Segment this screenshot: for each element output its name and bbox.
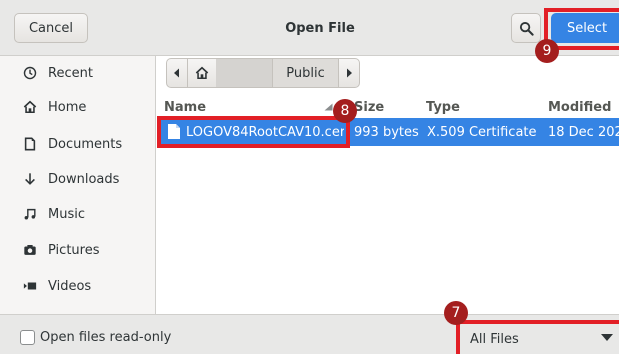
file-highlight-box — [157, 116, 350, 148]
file-size: 993 bytes — [354, 124, 419, 140]
column-header-type[interactable]: Type — [426, 96, 536, 118]
select-button[interactable]: Select — [551, 13, 619, 43]
sidebar-item-documents[interactable]: Documents — [0, 128, 156, 160]
dropdown-arrow-icon — [601, 334, 613, 341]
column-header-label: Modified — [548, 99, 612, 115]
document-icon — [22, 136, 38, 152]
camera-icon — [22, 242, 38, 258]
cancel-button[interactable]: Cancel — [14, 13, 88, 43]
step-badge-filter: 7 — [444, 301, 468, 325]
home-icon — [195, 66, 209, 80]
sidebar-item-label: Home — [48, 99, 87, 115]
column-header-name[interactable]: Name — [164, 96, 334, 118]
file-type-filter-dropdown[interactable]: All Files — [462, 324, 619, 354]
filter-value: All Files — [470, 331, 519, 347]
home-icon — [22, 99, 38, 115]
path-current-folder-button[interactable]: Public — [272, 58, 338, 88]
dialog-title: Open File — [285, 20, 355, 36]
chevron-left-icon — [174, 68, 179, 78]
sidebar-item-label: Documents — [48, 136, 123, 152]
path-home-button[interactable] — [188, 58, 216, 88]
search-button[interactable] — [511, 13, 541, 43]
path-forward-button[interactable] — [338, 58, 360, 88]
read-only-label[interactable]: Open files read-only — [40, 326, 171, 348]
sidebar-item-label: Videos — [48, 278, 92, 294]
column-header-label: Type — [426, 99, 460, 115]
sidebar-item-downloads[interactable]: Downloads — [0, 163, 156, 195]
column-header-modified[interactable]: Modified — [548, 96, 619, 118]
chevron-right-icon — [347, 68, 352, 78]
path-user-folder-button[interactable] — [216, 58, 272, 88]
video-icon — [22, 278, 38, 294]
sidebar-item-pictures[interactable]: Pictures — [0, 234, 156, 266]
sidebar-item-home[interactable]: Home — [0, 91, 156, 123]
sidebar-item-label: Recent — [48, 65, 93, 81]
sidebar-item-videos[interactable]: Videos — [0, 270, 156, 302]
path-back-button[interactable] — [166, 58, 188, 88]
download-icon — [22, 171, 38, 187]
step-badge-select: 9 — [535, 39, 559, 63]
search-icon — [519, 21, 534, 36]
step-badge-file: 8 — [333, 99, 357, 123]
path-bar: Public — [166, 58, 360, 88]
file-modified: 18 Dec 2023 — [548, 124, 619, 140]
sidebar-item-label: Pictures — [48, 242, 100, 258]
sidebar-item-label: Music — [48, 206, 85, 222]
sidebar-item-label: Downloads — [48, 171, 120, 187]
column-header-size[interactable]: Size — [354, 96, 420, 118]
column-header-label: Name — [164, 99, 207, 115]
sidebar-item-music[interactable]: Music — [0, 198, 156, 230]
clock-icon — [22, 65, 38, 81]
music-icon — [22, 206, 38, 222]
read-only-checkbox[interactable] — [20, 330, 35, 345]
file-type: X.509 Certificate — [427, 124, 537, 140]
sort-ascending-icon — [324, 103, 333, 111]
column-header-label: Size — [354, 99, 385, 115]
sidebar-item-recent[interactable]: Recent — [0, 57, 156, 89]
